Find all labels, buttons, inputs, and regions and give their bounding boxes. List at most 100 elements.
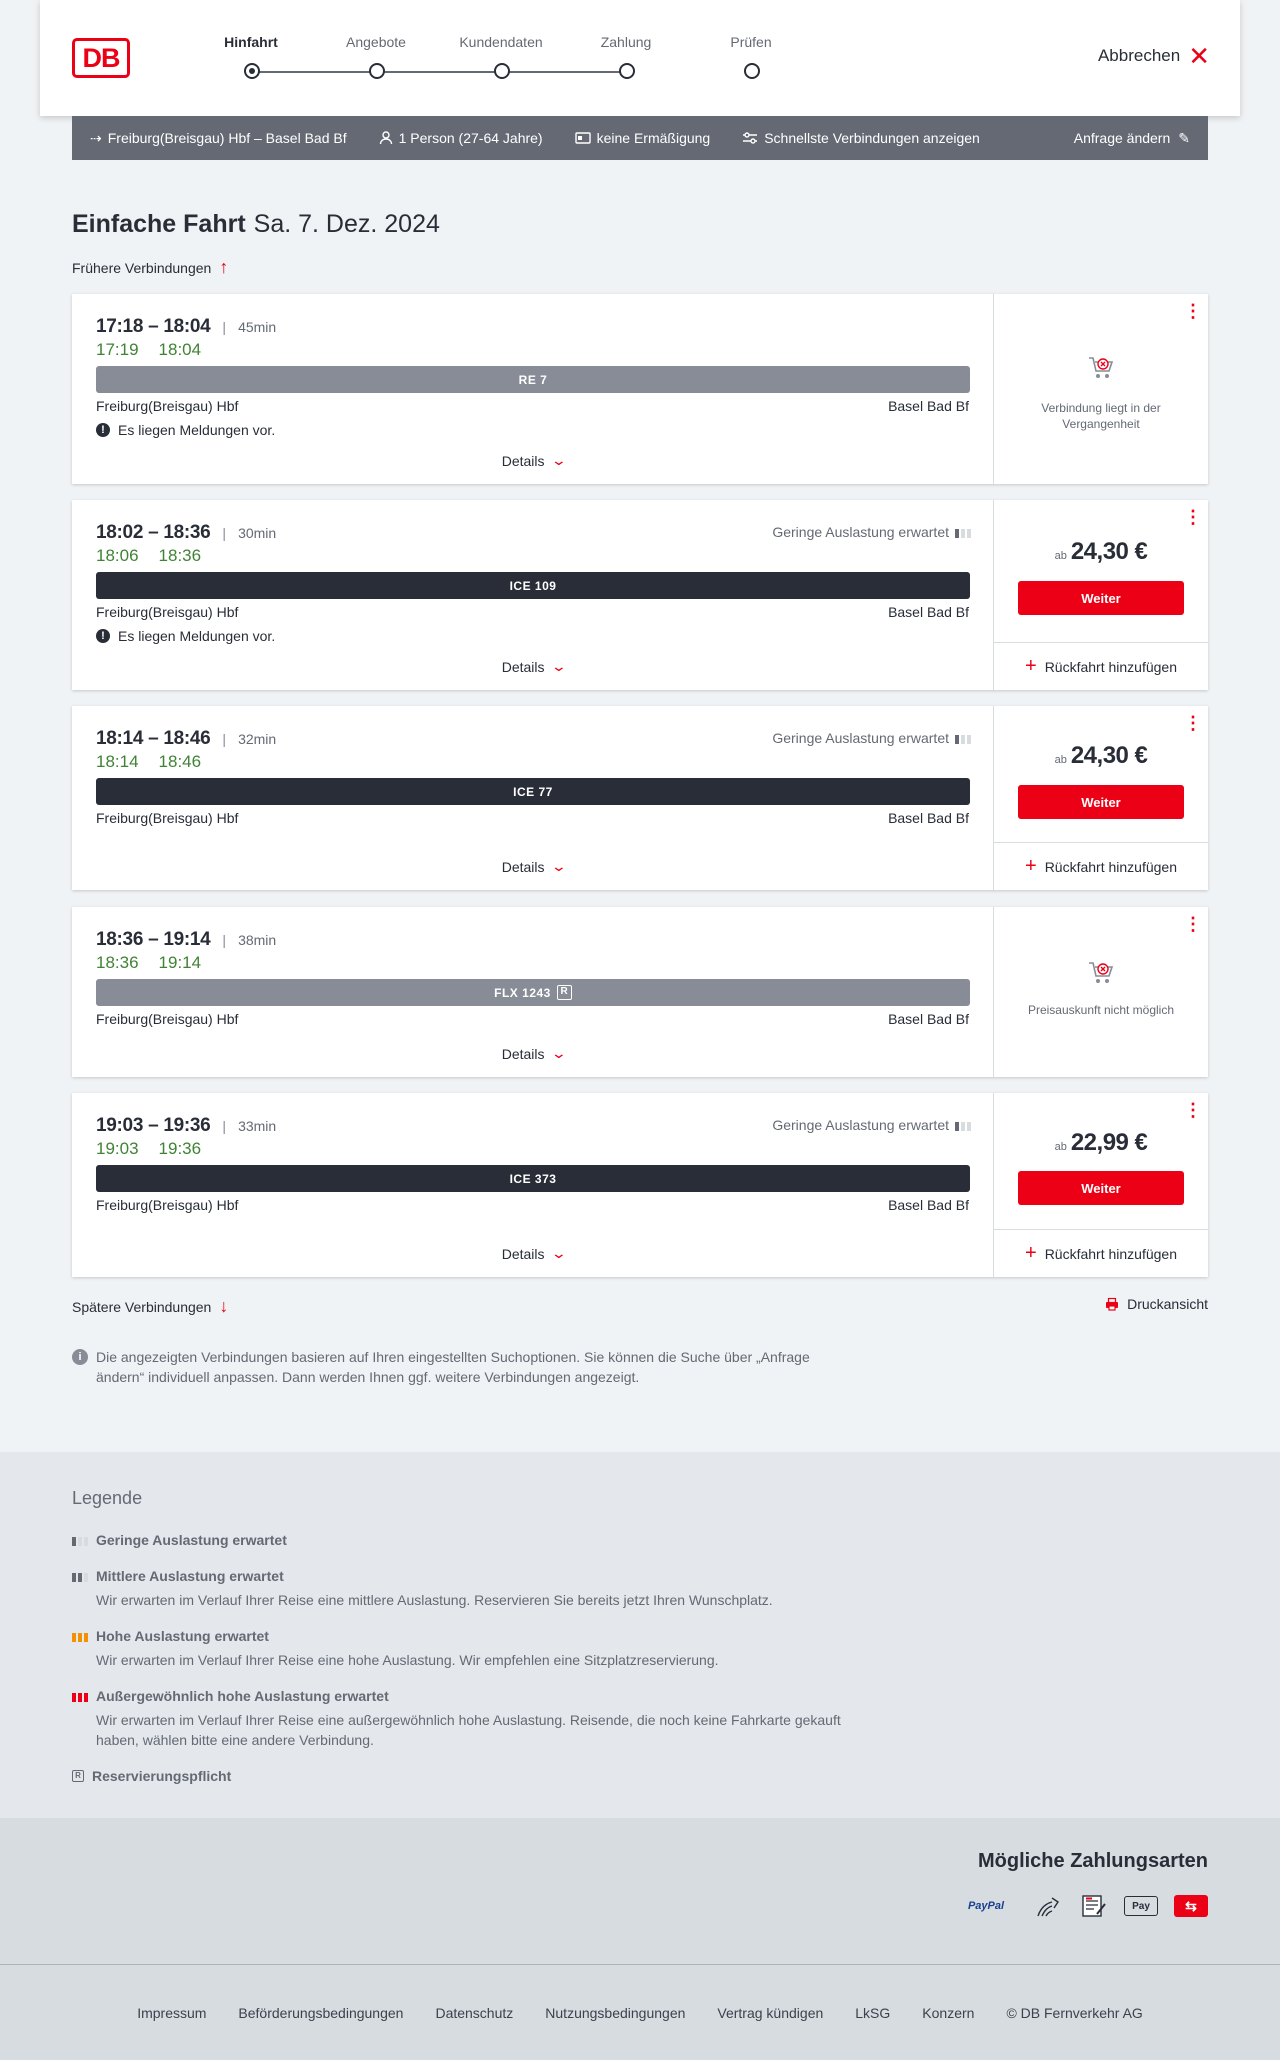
step-dot [494, 63, 510, 79]
add-return-button[interactable]: + Rückfahrt hinzufügen [994, 642, 1208, 690]
step-angebote[interactable]: Angebote [321, 34, 431, 79]
more-options-icon[interactable]: ⋮ [1184, 714, 1202, 732]
price: ab 22,99 € [994, 1129, 1208, 1157]
change-request-button[interactable]: Anfrage ändern ✎ [1074, 130, 1190, 147]
printer-icon [1106, 1297, 1119, 1311]
time-row: 18:14 – 18:46 | 32min [96, 728, 276, 750]
add-return-button[interactable]: + Rückfahrt hinzufügen [994, 842, 1208, 890]
add-return-button[interactable]: + Rückfahrt hinzufügen [994, 1229, 1208, 1277]
realtime-departure: 18:36 [96, 953, 139, 972]
add-return-label: Rückfahrt hinzufügen [1044, 658, 1177, 675]
train-bar[interactable]: RE 7 [96, 366, 970, 393]
cancel-button[interactable]: Abbrechen ✕ [1098, 43, 1210, 69]
footer-link-befoerderungsbedingungen[interactable]: Beförderungsbedingungen [238, 2005, 403, 2021]
connection-info: 17:18 – 18:04 | 45min 17:19 18:04 RE 7 Frei… [72, 294, 994, 484]
separator: | [222, 319, 227, 335]
continue-button[interactable]: Weiter [1018, 785, 1184, 819]
separator: | [222, 932, 227, 948]
step-kundendaten[interactable]: Kundendaten [446, 34, 556, 79]
more-options-icon[interactable]: ⋮ [1184, 302, 1202, 320]
footer-link-impressum[interactable]: Impressum [137, 2005, 206, 2021]
train-name: ICE 373 [509, 1171, 557, 1186]
connection-card: 19:03 – 19:36 | 33min Geringe Auslastung e… [72, 1093, 1208, 1277]
footer-link-lksg[interactable]: LkSG [855, 2005, 890, 2021]
options-text: Schnellste Verbindungen anzeigen [764, 130, 980, 146]
price-value: 24,30 € [1070, 538, 1148, 565]
page-title: Einfache Fahrt Sa. 7. Dez. 2024 [72, 210, 440, 239]
legend-item-desc: Wir erwarten im Verlauf Ihrer Reise eine… [96, 1592, 773, 1608]
chevron-down-icon: ⌄ [550, 858, 567, 874]
offer-panel: ⋮ ab 24,30 € Weiter + Rückfahrt hinzufügen [994, 706, 1208, 890]
price-from-label: ab [1054, 1141, 1067, 1153]
later-connections-link[interactable]: Spätere Verbindungen ↓ [72, 1296, 228, 1317]
separator: | [222, 731, 227, 747]
time-row: 18:36 – 19:14 | 38min [96, 929, 276, 951]
legend-item-title: Reservierungspflicht [92, 1768, 232, 1784]
details-label: Details [501, 1045, 545, 1062]
realtime-departure: 19:03 [96, 1139, 139, 1158]
train-bar[interactable]: FLX 1243 R [96, 979, 970, 1006]
details-label: Details [501, 858, 545, 875]
occupancy-low-icon [955, 526, 971, 538]
legend-item: Mittlere Auslastung erwartet Wir erwarte… [72, 1568, 872, 1610]
duration: 45min [238, 319, 277, 335]
realtime-arrival: 18:36 [158, 546, 202, 565]
offer-panel: ⋮ Preisauskunft nicht möglich [994, 907, 1208, 1077]
details-label: Details [501, 452, 545, 469]
cart-unavailable-icon [1089, 357, 1114, 378]
details-toggle[interactable]: Details ⌄ [72, 858, 994, 875]
train-bar[interactable]: ICE 109 [96, 572, 970, 599]
occupancy-medium-icon [72, 1570, 88, 1582]
trip-date: Sa. 7. Dez. 2024 [253, 210, 440, 238]
train-bar[interactable]: ICE 373 [96, 1165, 970, 1192]
earlier-label: Frühere Verbindungen [72, 259, 212, 276]
chevron-down-icon: ⌄ [550, 452, 567, 468]
footer-link-vertrag-kuendigen[interactable]: Vertrag kündigen [717, 2005, 823, 2021]
message-notice: ! Es liegen Meldungen vor. [96, 422, 275, 438]
price-value: 24,30 € [1070, 742, 1148, 769]
duration: 32min [238, 731, 277, 747]
legend-item: Geringe Auslastung erwartet [72, 1532, 872, 1548]
print-view-link[interactable]: Druckansicht [1105, 1296, 1208, 1312]
realtime-row: 18:14 18:46 [96, 752, 201, 772]
continue-button[interactable]: Weiter [1018, 1171, 1184, 1205]
step-zahlung[interactable]: Zahlung [571, 34, 681, 79]
destination-station: Basel Bad Bf [888, 1011, 969, 1027]
scheduled-time: 18:02 – 18:36 [96, 522, 211, 543]
footer-link-konzern[interactable]: Konzern [922, 2005, 974, 2021]
persons-summary: 1 Person (27-64 Jahre) [379, 130, 543, 146]
step-dot [369, 63, 385, 79]
continue-button[interactable]: Weiter [1018, 581, 1184, 615]
message-text: Es liegen Meldungen vor. [118, 628, 276, 644]
price-from-label: ab [1054, 754, 1067, 766]
legend-title: Legende [72, 1488, 143, 1508]
details-toggle[interactable]: Details ⌄ [72, 452, 994, 469]
occupancy-low-icon [955, 732, 971, 744]
db-logo[interactable]: DB [72, 38, 130, 78]
step-dot [619, 63, 635, 79]
details-toggle[interactable]: Details ⌄ [72, 1045, 994, 1062]
step-dot [744, 63, 760, 79]
arrow-right-icon: ⇢ [90, 129, 102, 146]
more-options-icon[interactable]: ⋮ [1184, 1101, 1202, 1119]
reservation-required-icon: R [556, 985, 572, 1000]
progress-header: DB Hinfahrt Angebote Kundendaten Zahlung… [40, 0, 1240, 116]
more-options-icon[interactable]: ⋮ [1184, 915, 1202, 933]
occupancy-text: Geringe Auslastung erwartet [772, 730, 949, 746]
origin-station: Freiburg(Breisgau) Hbf [96, 604, 239, 620]
details-toggle[interactable]: Details ⌄ [72, 658, 994, 675]
legend-item-title: Hohe Auslastung erwartet [96, 1628, 269, 1644]
more-options-icon[interactable]: ⋮ [1184, 508, 1202, 526]
earlier-connections-link[interactable]: Frühere Verbindungen ↑ [72, 257, 228, 278]
message-notice: ! Es liegen Meldungen vor. [96, 628, 275, 644]
step-pruefen[interactable]: Prüfen [696, 34, 806, 79]
footer-links: Impressum Beförderungsbedingungen Datens… [0, 1964, 1280, 2060]
connection-info: 18:14 – 18:46 | 32min Geringe Auslastung e… [72, 706, 994, 890]
footer-link-nutzungsbedingungen[interactable]: Nutzungsbedingungen [545, 2005, 685, 2021]
train-bar[interactable]: ICE 77 [96, 778, 970, 805]
offer-panel: ⋮ Verbindung liegt in der Vergangenheit [994, 294, 1208, 484]
details-toggle[interactable]: Details ⌄ [72, 1245, 994, 1262]
footer-link-datenschutz[interactable]: Datenschutz [435, 2005, 513, 2021]
origin-station: Freiburg(Breisgau) Hbf [96, 1197, 239, 1213]
step-hinfahrt[interactable]: Hinfahrt [196, 34, 306, 79]
